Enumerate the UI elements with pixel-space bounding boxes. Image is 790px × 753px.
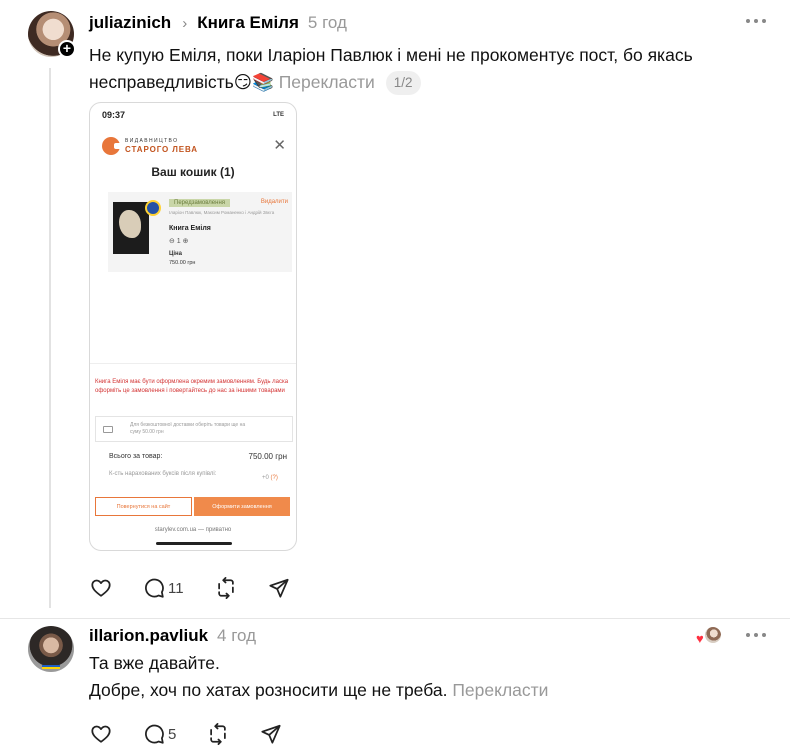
post-text: Не купую Еміля, поки Іларіон Павлюк і ме…: [89, 42, 779, 96]
warning-text: Книга Еміля має бути оформлена окремим з…: [95, 379, 289, 394]
post-actions: 11: [90, 576, 321, 600]
share-button[interactable]: [260, 723, 282, 745]
cart-title: Ваш кошик (1): [151, 165, 235, 179]
heart-icon: ♥: [696, 631, 704, 646]
post-body: Добре, хоч по хатах розносити ще не треб…: [89, 680, 448, 700]
preorder-tag: Передзамовлення: [169, 199, 231, 207]
post-text: Та вже давайте. Добре, хоч по хатах розн…: [89, 650, 769, 704]
repost-icon: [217, 577, 234, 599]
cart-item: Передзамовлення Видалити Іларіон Павлюк,…: [108, 192, 292, 272]
translate-link[interactable]: Перекласти: [279, 72, 375, 92]
close-icon: ✕: [273, 137, 286, 154]
book-cover: [113, 202, 149, 254]
truck-icon: [103, 426, 113, 433]
heart-icon: [91, 725, 111, 743]
repost-button[interactable]: [207, 723, 229, 745]
liker-avatar: [704, 626, 722, 644]
post-header: illarion.pavliuk 4 год: [89, 625, 256, 647]
delivery-note: Для безкоштовної доставки оберіть товари…: [95, 416, 293, 442]
post-time[interactable]: 4 год: [217, 626, 256, 646]
reply-button[interactable]: 11: [143, 577, 184, 599]
translate-link[interactable]: Перекласти: [452, 680, 548, 700]
phone-status-bar: 09:37 LTE: [90, 103, 296, 127]
total-value: 750.00 грн: [248, 452, 287, 461]
book-title: Книга Еміля: [169, 225, 211, 232]
attached-screenshot[interactable]: 09:37 LTE ВИДАВНИЦТВО СТАРОГО ЛЕВА ✕ Ваш…: [89, 102, 297, 551]
reply-button[interactable]: 5: [143, 723, 176, 745]
comment-icon: [145, 578, 164, 598]
more-icon[interactable]: [746, 19, 766, 25]
delete-link: Видалити: [260, 199, 288, 205]
brand-text: ВИДАВНИЦТВО СТАРОГО ЛЕВА: [125, 138, 198, 155]
home-indicator: [156, 542, 232, 545]
chevron-right-icon: ›: [182, 14, 188, 32]
share-icon: [261, 724, 281, 744]
repost-button[interactable]: [215, 577, 237, 599]
media-pager: 1/2: [385, 71, 421, 95]
book-authors: Іларіон Павлюк, Максим Романенко і Андрі…: [169, 210, 275, 215]
brand-bottom: СТАРОГО ЛЕВА: [125, 144, 198, 154]
post-actions: 5: [90, 722, 313, 746]
lion-logo-icon: [102, 137, 122, 155]
username[interactable]: illarion.pavliuk: [89, 626, 208, 646]
divider: [90, 363, 296, 364]
post-header: juliazinich › Книга Еміля 5 год: [89, 11, 347, 35]
phone-time: 09:37: [102, 110, 126, 120]
like-button[interactable]: [90, 723, 112, 745]
post-time[interactable]: 5 год: [308, 13, 347, 33]
phone-url: starylev.com.ua — приватно: [154, 527, 232, 533]
post-line-2: Добре, хоч по хатах розносити ще не треб…: [89, 677, 769, 704]
share-icon: [268, 578, 289, 598]
bonus-label: К-сть нарахованих буксів після купівлі:: [109, 471, 217, 477]
bonus-help: (?): [270, 475, 278, 481]
divider: [0, 618, 790, 619]
topic-tag[interactable]: Книга Еміля: [197, 13, 299, 33]
bonus-number: +0: [262, 475, 269, 481]
phone-network: LTE: [273, 112, 284, 118]
liked-by-author: ♥: [694, 625, 724, 647]
delivery-text: Для безкоштовної доставки оберіть товари…: [130, 422, 246, 435]
comment-icon: [145, 724, 164, 744]
total-label: Всього за товар:: [109, 453, 163, 460]
post-line: Та вже давайте.: [89, 653, 220, 673]
reply-count: 11: [168, 579, 184, 597]
price-value: 750.00 грн: [169, 260, 196, 266]
publisher-logo: ВИДАВНИЦТВО СТАРОГО ЛЕВА: [102, 137, 198, 155]
reply-count: 5: [168, 725, 177, 743]
quantity-stepper: ⊖ 1 ⊕: [169, 238, 189, 245]
repost-icon: [210, 723, 227, 745]
heart-icon: [91, 579, 111, 597]
share-button[interactable]: [268, 577, 290, 599]
checkout-button: Оформити замовлення: [194, 497, 290, 516]
price-label: Ціна: [169, 251, 183, 257]
more-icon[interactable]: [746, 633, 766, 639]
brand-top: ВИДАВНИЦТВО: [125, 137, 179, 144]
like-button[interactable]: [90, 577, 112, 599]
username[interactable]: juliazinich: [89, 13, 171, 33]
badge-icon: [145, 200, 161, 216]
follow-plus-icon[interactable]: +: [58, 40, 76, 58]
thread-line: [49, 68, 51, 608]
bonus-value: +0 (?): [262, 475, 278, 481]
flag-icon: [42, 665, 60, 669]
back-to-site-button: Повернутися на сайт: [95, 497, 192, 516]
